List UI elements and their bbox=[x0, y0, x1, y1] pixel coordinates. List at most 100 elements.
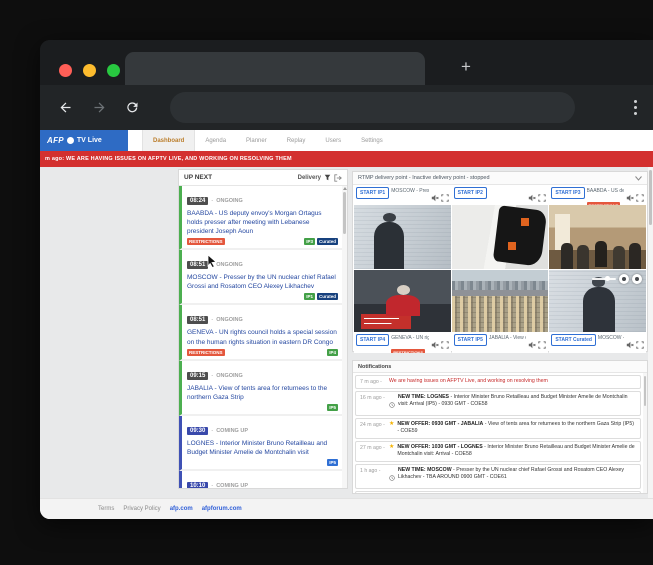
page-scrollbar[interactable] bbox=[648, 167, 653, 498]
event-title[interactable]: MOSCOW - Presser by the UN nuclear chief… bbox=[187, 273, 338, 291]
address-bar[interactable] bbox=[170, 92, 575, 123]
fullscreen-icon[interactable] bbox=[441, 336, 449, 353]
stream-tile: START IP3BAABDA - US deputy en...RESTRIC… bbox=[549, 185, 646, 269]
stream-info: MOSCOW - Presser by t... bbox=[391, 187, 428, 194]
schedule-item[interactable]: 09:30-COMING UP LOGNES - Interior Ministe… bbox=[179, 416, 342, 471]
stream-info: MOSCOW - Press... bbox=[598, 334, 624, 341]
close-button[interactable] bbox=[59, 64, 72, 77]
event-time-row: 09:30-COMING UP bbox=[187, 419, 338, 437]
event-time: 09:30 bbox=[187, 427, 208, 435]
delivery-badge: Curated bbox=[317, 293, 338, 300]
dashboard-main: UP NEXT Delivery 08:24-ONGOINGBAABDA - U… bbox=[40, 167, 653, 498]
stream-tile-header: START IP1MOSCOW - Presser by t... bbox=[354, 185, 451, 205]
schedule-item[interactable]: 10:10-COMING UPGDANSK - Ursula von der L… bbox=[179, 471, 342, 488]
event-time: 08:24 bbox=[187, 197, 208, 205]
chevron-down-icon[interactable] bbox=[635, 176, 642, 181]
stream-title: GENEVA - UN rights cou... bbox=[391, 335, 428, 341]
fullscreen-icon[interactable] bbox=[636, 336, 644, 353]
video-thumbnail[interactable] bbox=[354, 205, 451, 269]
fullscreen-icon[interactable] bbox=[538, 336, 546, 353]
stream-tile-header: START IP2 bbox=[452, 185, 549, 205]
tab-settings[interactable]: Settings bbox=[351, 130, 393, 151]
stream-tile: START CuratedMOSCOW - Press... bbox=[549, 270, 646, 353]
volume-slider[interactable] bbox=[592, 278, 616, 280]
video-thumbnail[interactable] bbox=[452, 205, 549, 269]
video-caption-banner bbox=[361, 314, 411, 329]
up-next-list: 08:24-ONGOINGBAABDA - US deputy envoy's … bbox=[179, 186, 342, 488]
schedule-item[interactable]: 08:51-ONGOINGMOSCOW - Presser by the UN … bbox=[179, 250, 342, 305]
stream-tile: START IP5JABALIA - View of tents ... bbox=[452, 270, 549, 353]
reload-icon[interactable] bbox=[125, 100, 140, 115]
start-stream-button[interactable]: START IP1 bbox=[356, 187, 389, 199]
settings-icon[interactable] bbox=[619, 274, 629, 284]
start-stream-button[interactable]: START IP5 bbox=[454, 334, 487, 346]
main-nav: DashboardAgendaPlannerReplayUsersSetting… bbox=[142, 130, 393, 151]
forward-icon[interactable] bbox=[92, 100, 107, 115]
stream-tile-header: START IP4GENEVA - UN rights cou...RESTRI… bbox=[354, 332, 451, 353]
up-next-scrollbar[interactable] bbox=[342, 186, 347, 488]
event-title[interactable]: GENEVA - UN rights council holds a speci… bbox=[187, 328, 338, 346]
start-stream-button[interactable]: START IP4 bbox=[356, 334, 389, 346]
stream-title: BAABDA - US deputy en... bbox=[587, 188, 624, 194]
start-stream-button[interactable]: START IP3 bbox=[551, 187, 584, 199]
alert-banner: m ago: WE ARE HAVING ISSUES ON AFPTV LIV… bbox=[40, 151, 653, 167]
up-next-panel: UP NEXT Delivery 08:24-ONGOINGBAABDA - U… bbox=[178, 169, 348, 489]
event-status: COMING UP bbox=[216, 483, 248, 488]
browser-menu-icon[interactable] bbox=[630, 98, 640, 117]
rtmp-header-text: RTMP delivery point - Inactive delivery … bbox=[358, 175, 490, 181]
schedule-item[interactable]: 08:24-ONGOINGBAABDA - US deputy envoy's … bbox=[179, 186, 342, 250]
mute-icon[interactable] bbox=[528, 336, 536, 353]
rtmp-panel: RTMP delivery point - Inactive delivery … bbox=[352, 171, 648, 352]
maximize-button[interactable] bbox=[107, 64, 120, 77]
delivery-label[interactable]: Delivery bbox=[298, 175, 321, 181]
start-stream-button[interactable]: START IP2 bbox=[454, 187, 487, 199]
browser-tab[interactable] bbox=[125, 52, 425, 85]
notifications-scrollbar[interactable] bbox=[643, 373, 647, 493]
minimize-button[interactable] bbox=[83, 64, 96, 77]
back-icon[interactable] bbox=[58, 100, 73, 115]
notification-item: 24 m ago -★NEW OFFER: 0930 GMT - JABALIA… bbox=[355, 418, 641, 439]
dash: - bbox=[211, 198, 213, 204]
notification-item: 7 m ago -We are having issues on AFPTV L… bbox=[355, 375, 641, 389]
filter-icon[interactable] bbox=[324, 174, 331, 181]
stream-icons bbox=[528, 334, 546, 353]
footer-link-afpforum-com[interactable]: afpforum.com bbox=[202, 506, 242, 512]
event-title[interactable]: JABALIA - View of tents area for returne… bbox=[187, 384, 338, 402]
tab-dashboard[interactable]: Dashboard bbox=[142, 130, 195, 151]
stream-title: MOSCOW - Press... bbox=[598, 335, 624, 341]
schedule-item[interactable]: 09:15-ONGOINGJABALIA - View of tents are… bbox=[179, 361, 342, 416]
tab-users[interactable]: Users bbox=[315, 130, 351, 151]
video-thumbnail[interactable] bbox=[452, 270, 549, 332]
video-thumbnail[interactable] bbox=[354, 270, 451, 332]
video-thumbnail[interactable] bbox=[549, 270, 646, 332]
rtmp-panel-header[interactable]: RTMP delivery point - Inactive delivery … bbox=[353, 172, 647, 185]
video-thumbnail[interactable] bbox=[549, 205, 646, 269]
delivery-badges: IP1Curated bbox=[302, 293, 338, 300]
dash: - bbox=[211, 428, 213, 434]
footer-link-privacy-policy: Privacy Policy bbox=[123, 506, 160, 512]
delivery-badges: IP3Curated bbox=[302, 238, 338, 245]
event-title[interactable]: LOGNES - Interior Minister Bruno Retaill… bbox=[187, 439, 338, 457]
footer-link-afp-com[interactable]: afp.com bbox=[170, 506, 193, 512]
stream-tile-header: START CuratedMOSCOW - Press... bbox=[549, 332, 646, 353]
stream-icons bbox=[431, 187, 449, 207]
notification-time: 27 m ago - bbox=[360, 444, 386, 451]
dash: - bbox=[211, 373, 213, 379]
dash: - bbox=[211, 483, 213, 488]
new-tab-button[interactable]: + bbox=[456, 57, 476, 77]
tab-planner[interactable]: Planner bbox=[236, 130, 277, 151]
mute-icon[interactable] bbox=[431, 336, 439, 353]
event-status: ONGOING bbox=[216, 317, 243, 323]
expand-icon[interactable] bbox=[632, 274, 642, 284]
event-title[interactable]: BAABDA - US deputy envoy's Morgan Ortagu… bbox=[187, 209, 338, 236]
page-content: AFP TV Live DashboardAgendaPlannerReplay… bbox=[40, 130, 653, 519]
notification-text: NEW OFFER: 0930 GMT - JABALIA - View of … bbox=[397, 421, 636, 436]
schedule-item[interactable]: 08:51-ONGOINGGENEVA - UN rights council … bbox=[179, 305, 342, 360]
start-stream-button[interactable]: START Curated bbox=[551, 334, 596, 346]
stream-icons bbox=[431, 334, 449, 353]
tab-replay[interactable]: Replay bbox=[277, 130, 316, 151]
browser-toolbar bbox=[40, 85, 653, 130]
mute-icon[interactable] bbox=[626, 336, 634, 353]
tab-agenda[interactable]: Agenda bbox=[195, 130, 236, 151]
export-panel-icon[interactable] bbox=[334, 174, 342, 182]
